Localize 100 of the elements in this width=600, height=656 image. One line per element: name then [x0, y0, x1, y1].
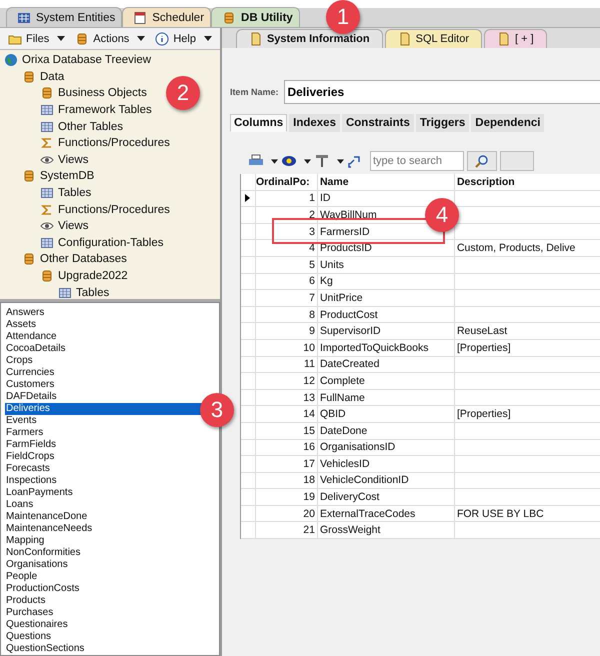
table-list-item[interactable]: Mapping [6, 535, 44, 547]
table-list-item[interactable]: Products [6, 595, 46, 607]
document-icon [248, 32, 263, 46]
table-list-item[interactable]: MaintenanceDone [6, 511, 88, 523]
table-list-item[interactable]: Organisations [6, 559, 68, 571]
table-list-item[interactable]: QuestionSections [6, 643, 84, 655]
column-header[interactable]: Description [454, 174, 600, 190]
sub-tab[interactable]: Columns [230, 114, 288, 132]
document-tab[interactable]: System Information [236, 29, 383, 48]
app-tab[interactable]: System Entities [6, 7, 122, 27]
sub-tab[interactable]: Triggers [416, 114, 470, 132]
toolbar-menu-button[interactable]: Actions [75, 31, 146, 46]
tree-item[interactable]: Configuration-Tables [40, 236, 164, 250]
table-cell: QBID [320, 408, 346, 420]
table-list-item[interactable]: Farmers [6, 427, 44, 439]
caret-icon[interactable] [270, 158, 278, 164]
tree-item[interactable]: Other Databases [22, 252, 127, 266]
column-header[interactable]: Name [318, 174, 455, 190]
table-cell: [Properties] [456, 408, 511, 420]
table-cell: 4 [309, 242, 315, 254]
tree-item[interactable]: Functions/Procedures [40, 136, 170, 150]
table-cell: 20 [303, 508, 315, 520]
tree-item[interactable]: Data [22, 70, 64, 84]
table-list-item[interactable]: MaintenanceNeeds [6, 523, 92, 535]
toolbar-menu-button[interactable]: Files [8, 31, 66, 46]
hammer-icon[interactable] [314, 154, 330, 168]
tree-item[interactable]: Views [40, 219, 88, 234]
table-cell: ProductsID [320, 242, 372, 254]
table-list-item[interactable]: NonConformities [6, 547, 80, 559]
table-cell: FullName [320, 392, 365, 404]
table-list-item[interactable]: Purchases [6, 607, 54, 619]
table-list-item[interactable]: Inspections [6, 475, 57, 487]
link-icon[interactable] [346, 154, 363, 168]
table-list-item[interactable]: DAFDetails [6, 391, 57, 403]
sub-tab[interactable]: Constraints [342, 114, 414, 132]
table-cell: UnitPrice [320, 292, 363, 304]
table-cell: 8 [309, 308, 315, 321]
table-list-item[interactable]: Customers [6, 379, 54, 391]
eye-icon[interactable] [280, 154, 297, 168]
table-cell: 16 [303, 441, 315, 454]
app-tab[interactable]: DB Utility [211, 7, 300, 27]
table-cell: VehicleConditionID [320, 474, 409, 486]
table-list-item[interactable]: LoanPayments [6, 487, 73, 499]
tree-item[interactable]: Business Objects [40, 86, 147, 100]
table-list-item[interactable]: Assets [6, 319, 36, 331]
document-tab[interactable]: [ + ] [484, 29, 547, 48]
table-icon [40, 186, 54, 200]
table-cell: 13 [303, 392, 315, 404]
caret-icon[interactable] [336, 158, 344, 164]
tree-item[interactable]: Tables [58, 286, 110, 300]
table-cell: 21 [303, 524, 315, 536]
sigma-icon [40, 136, 54, 150]
database-icon [22, 169, 36, 184]
table-list-item[interactable]: FarmFields [6, 439, 56, 451]
table-list-item[interactable]: Forecasts [6, 463, 50, 475]
table-cell: 19 [303, 491, 315, 504]
item-name-field[interactable]: Deliveries [284, 80, 600, 104]
table-list-item[interactable]: People [6, 571, 38, 583]
app-tab[interactable]: Scheduler [122, 7, 212, 27]
search-button[interactable] [466, 151, 497, 171]
database-icon [22, 252, 36, 266]
table-list-item[interactable]: Crops [6, 355, 33, 367]
table-list-item[interactable]: Attendance [6, 331, 57, 343]
table-list-item[interactable]: CocoaDetails [6, 343, 66, 355]
tree-item[interactable]: Views [40, 152, 88, 167]
table-cell: 7 [309, 292, 315, 304]
grid-icon [17, 10, 31, 24]
sub-tab[interactable]: Dependenci [471, 114, 544, 132]
table-cell: ImportedToQuickBooks [320, 342, 428, 354]
table-cell: SupervisorID [320, 325, 381, 338]
table-list-item[interactable]: Events [6, 415, 37, 427]
tree-item[interactable]: Orixa Database Treeview [4, 53, 152, 68]
caret-icon[interactable] [304, 158, 311, 164]
printer-icon[interactable] [248, 154, 264, 168]
table-list-item[interactable]: FieldCrops [6, 451, 54, 463]
toolbar-menu-button[interactable]: Help [155, 31, 212, 46]
tree-item[interactable]: Other Tables [40, 120, 123, 134]
column-header[interactable]: OrdinalPo: [256, 174, 318, 190]
table-list-item[interactable]: ProductionCosts [6, 583, 80, 595]
table-cell: OrganisationsID [320, 441, 396, 454]
tree-item[interactable]: SystemDB [22, 169, 94, 184]
table-cell: ExternalTraceCodes [320, 508, 416, 520]
tree-item[interactable]: Functions/Procedures [40, 202, 170, 217]
tree-item[interactable]: Upgrade2022 [40, 269, 128, 284]
table-list-item[interactable]: Loans [6, 499, 34, 511]
table-list-item[interactable]: Answers [6, 307, 44, 319]
table-list-item[interactable]: Questionaires [6, 619, 68, 631]
table-cell: FOR USE BY LBC [456, 508, 544, 520]
sub-tab[interactable]: Indexes [289, 114, 340, 132]
tree-item[interactable]: Tables [40, 186, 92, 200]
table-list-item[interactable]: Questions [6, 631, 52, 643]
tree-item[interactable]: Framework Tables [40, 103, 152, 118]
caret-icon [137, 36, 146, 41]
table-cell: 5 [309, 258, 315, 271]
table-cell: 11 [304, 358, 315, 370]
table-list-item[interactable]: Currencies [6, 367, 54, 379]
document-tab[interactable]: SQL Editor [384, 29, 482, 48]
table-cell: DateDone [320, 424, 368, 437]
search-field[interactable]: type to search [370, 151, 464, 171]
table-icon [58, 286, 72, 300]
